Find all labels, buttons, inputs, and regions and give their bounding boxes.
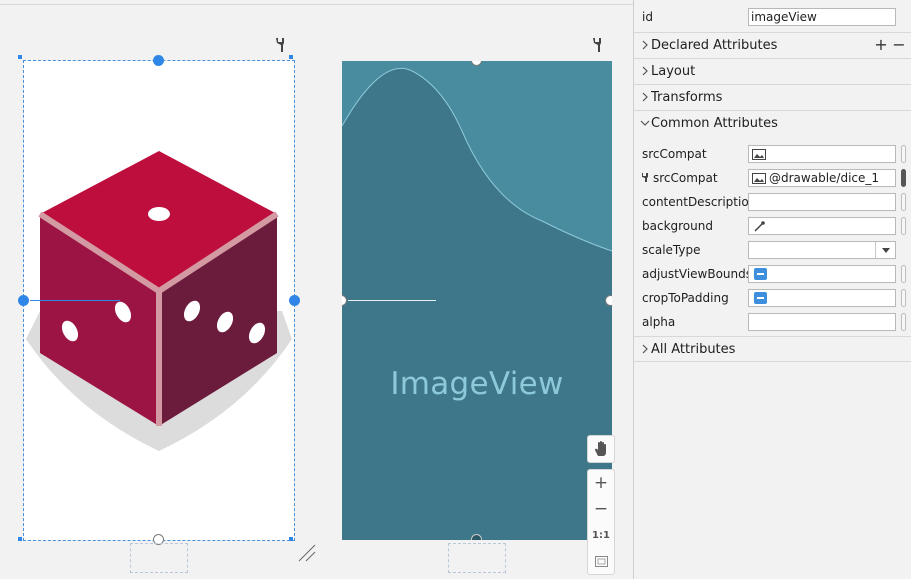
actual-size-button[interactable]: 1:1	[588, 522, 614, 548]
canvas-top-divider	[0, 4, 633, 5]
resize-handle-top-right[interactable]	[289, 55, 293, 59]
chevron-down-icon[interactable]	[875, 242, 895, 258]
attr-row-alpha: alpha	[634, 310, 911, 334]
attr-reference-indicator[interactable]	[901, 265, 906, 283]
section-title: Transforms	[651, 90, 723, 105]
section-common-attributes[interactable]: Common Attributes	[634, 110, 911, 136]
section-title: Layout	[651, 64, 696, 79]
attr-row-srccompat-tools: srcCompat @drawable/dice_1	[634, 166, 911, 190]
zoom-out-button[interactable]: −	[588, 496, 614, 522]
attr-name: adjustViewBounds	[642, 267, 752, 281]
chevron-right-icon	[642, 66, 648, 76]
constraint-handle-right[interactable]	[289, 295, 300, 306]
attr-row-adjustviewbounds: adjustViewBounds	[634, 262, 911, 286]
attr-name: cropToPadding	[642, 291, 729, 305]
placeholder-outline	[448, 543, 506, 573]
boolean-indeterminate-checkbox[interactable]	[754, 292, 767, 304]
attr-reference-indicator[interactable]	[901, 193, 906, 211]
section-transforms[interactable]: Transforms	[634, 84, 911, 110]
resize-handle-bottom-right[interactable]	[289, 537, 293, 541]
image-icon[interactable]	[752, 173, 766, 184]
fit-screen-icon[interactable]	[588, 548, 614, 574]
section-title: Common Attributes	[651, 116, 778, 131]
constraint-line	[348, 300, 436, 301]
resize-handle-bottom-left[interactable]	[18, 537, 22, 541]
attr-name: scaleType	[642, 243, 701, 257]
constraint-handle-right[interactable]	[605, 295, 612, 306]
add-attribute-button[interactable]: +	[872, 35, 890, 54]
resize-handle-top-left[interactable]	[18, 55, 22, 59]
design-surface[interactable]	[18, 55, 300, 545]
attr-name: alpha	[642, 315, 676, 329]
zoom-controls: + − 1:1	[587, 469, 615, 575]
scaletype-dropdown[interactable]	[748, 241, 896, 259]
attr-name: background	[642, 219, 713, 233]
attr-reference-indicator[interactable]	[901, 313, 906, 331]
attr-field[interactable]	[748, 145, 896, 163]
pan-toggle[interactable]	[587, 435, 615, 463]
id-row: id imageView	[634, 6, 911, 28]
section-title: Declared Attributes	[651, 38, 778, 53]
placeholder-outline	[130, 543, 188, 573]
attr-reference-indicator[interactable]	[901, 289, 906, 307]
blueprint-view-label: ImageView	[390, 366, 564, 402]
image-icon[interactable]	[752, 149, 766, 160]
chevron-right-icon	[642, 92, 648, 102]
section-layout[interactable]: Layout	[634, 58, 911, 84]
chevron-right-icon	[642, 344, 648, 354]
attr-field[interactable]	[748, 193, 896, 211]
chevron-right-icon	[642, 40, 648, 50]
id-field[interactable]: imageView	[748, 8, 896, 26]
attr-field[interactable]	[748, 265, 896, 283]
remove-attribute-button[interactable]: −	[890, 35, 908, 54]
constraint-handle-top[interactable]	[153, 55, 164, 66]
attr-row-contentdescription: contentDescription	[634, 190, 911, 214]
wrench-icon	[642, 173, 648, 182]
attr-field[interactable]	[748, 217, 896, 235]
attr-row-background: background	[634, 214, 911, 238]
blueprint-surface[interactable]: ImageView	[342, 61, 612, 540]
attr-reference-indicator[interactable]	[901, 145, 906, 163]
boolean-indeterminate-checkbox[interactable]	[754, 268, 767, 280]
attr-field[interactable]: @drawable/dice_1	[748, 169, 896, 187]
hand-icon[interactable]	[588, 436, 614, 462]
attr-row-croptopadding: cropToPadding	[634, 286, 911, 310]
resize-grip-icon[interactable]	[297, 543, 317, 563]
attr-row-scaletype: scaleType	[634, 238, 911, 262]
constraint-handle-bottom[interactable]	[471, 534, 482, 540]
attr-name: contentDescription	[642, 195, 757, 209]
attr-reference-indicator[interactable]	[901, 169, 906, 187]
attr-name: srcCompat	[653, 171, 718, 185]
wrench-icon[interactable]	[592, 37, 606, 53]
section-declared-attributes[interactable]: Declared Attributes + −	[634, 32, 911, 58]
constraint-handle-left[interactable]	[18, 295, 29, 306]
attributes-panel: id imageView Declared Attributes + − Layo…	[633, 0, 911, 579]
eyedropper-icon[interactable]	[752, 221, 766, 232]
zoom-in-button[interactable]: +	[588, 470, 614, 496]
attr-name: srcCompat	[642, 147, 707, 161]
section-title: All Attributes	[651, 342, 736, 357]
attr-row-srccompat: srcCompat	[634, 142, 911, 166]
attr-field[interactable]	[748, 289, 896, 307]
id-label: id	[642, 10, 653, 24]
attr-field[interactable]	[748, 313, 896, 331]
section-all-attributes[interactable]: All Attributes	[634, 336, 911, 362]
constraint-line	[30, 300, 120, 301]
chevron-down-icon	[640, 120, 650, 126]
wrench-icon[interactable]	[275, 37, 289, 53]
attr-reference-indicator[interactable]	[901, 217, 906, 235]
layout-editor-canvas[interactable]: ImageView + − 1:1	[0, 0, 633, 579]
